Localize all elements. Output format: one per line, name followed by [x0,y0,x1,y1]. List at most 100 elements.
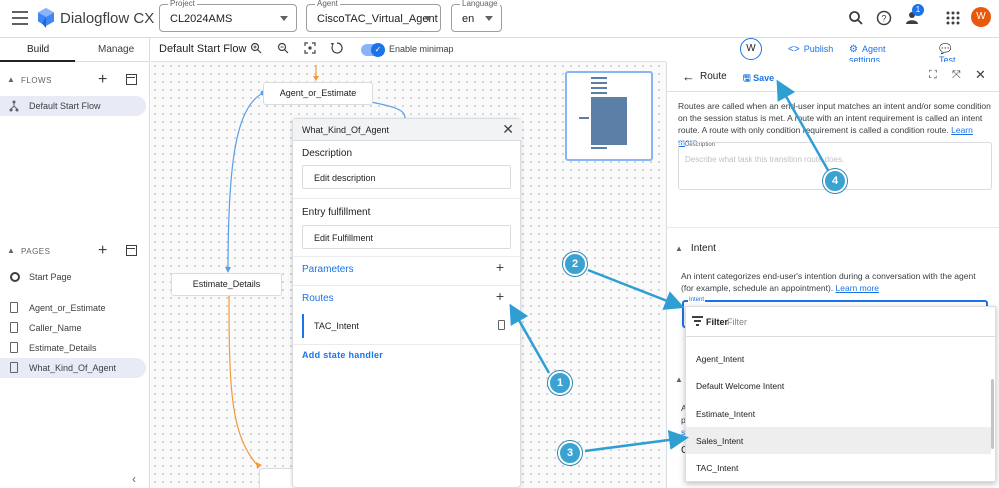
flows-section-title: FLOWS [21,76,52,85]
flow-item-default-start-flow[interactable]: Default Start Flow [0,96,146,116]
project-select[interactable]: Project CL2024AMS [159,0,297,32]
page-item-what-kind-of-agent[interactable]: What_Kind_Of_Agent [0,358,146,378]
intent-learn-more-link[interactable]: Learn more [836,283,879,293]
build-manage-tabs: Build Manage [0,38,150,62]
intent-filter[interactable]: Filter Filter [686,307,997,337]
fit-view-icon[interactable] [304,42,316,54]
page-item-agent-or-estimate[interactable]: Agent_or_Estimate [0,298,146,318]
page-item-start-page[interactable]: Start Page [0,267,146,287]
route-item-tac-intent[interactable]: TAC_Intent [302,314,511,338]
project-select-label: Project [168,0,197,8]
add-page-button[interactable]: + [98,242,107,260]
language-select-label: Language [460,0,500,8]
active-tab-indicator [0,60,75,62]
page-icon [10,342,18,353]
user-chip[interactable]: W [740,38,762,60]
node-agent-or-estimate[interactable]: Agent_or_Estimate [263,82,373,105]
svg-text:?: ? [881,14,886,24]
add-route-button[interactable]: + [496,288,504,304]
flow-canvas[interactable]: Agent_or_Estimate Estimate_Details End F… [151,62,666,488]
start-page-icon [10,272,20,282]
zoom-out-icon[interactable] [277,42,289,54]
edit-fulfillment-field[interactable]: Edit Fulfillment [302,225,511,249]
agent-to-estimate-line [227,92,264,272]
chevron-up-icon[interactable]: ▲ [7,75,15,84]
edit-description-label: Edit description [314,173,376,183]
reset-view-icon[interactable] [331,42,343,54]
pages-section-header: ▲ PAGES + [0,241,150,261]
node-estimate-details[interactable]: Estimate_Details [171,273,282,296]
language-select[interactable]: Language en [451,0,502,32]
tab-build[interactable]: Build [27,44,49,55]
page-detail-popup: What_Kind_Of_Agent ✕ Description Edit de… [292,118,522,488]
route-intro-body: Routes are called when an end-user input… [678,101,991,135]
chevron-up-icon: ▲ [675,244,683,253]
filter-icon [692,316,703,328]
intent-description-body: An intent categorizes end-user's intenti… [681,271,976,293]
intent-option-agent-intent[interactable]: Agent_Intent [686,345,991,372]
intent-option-label: Sales_Intent [696,436,744,446]
agent-select[interactable]: Agent CiscoTAC_Virtual_Agent [306,0,441,32]
chevron-down-icon [280,16,288,21]
page-item-estimate-details[interactable]: Estimate_Details [0,338,146,358]
agent-select-value: CiscoTAC_Virtual_Agent [317,13,438,25]
agent-select-label: Agent [315,0,340,8]
gear-icon: ⚙ [849,44,858,55]
user-avatar[interactable]: W [971,7,991,27]
page-icon [10,302,18,313]
minimap[interactable] [565,71,653,161]
minimap-toggle[interactable]: ✓ [361,43,385,57]
edit-description-field[interactable]: Edit description [302,165,511,189]
close-icon[interactable]: ✕ [975,67,986,83]
intent-heading: Intent [690,243,716,254]
filter-label: Filter [706,317,729,327]
route-panel-header: ← Route 🖫 Save ⛶ ⤧ ✕ [667,62,999,92]
intent-option-sales-intent[interactable]: Sales_Intent [686,427,991,454]
apps-grid-icon[interactable] [944,9,962,27]
filter-input[interactable]: Filter [727,317,747,327]
page-item-label: Start Page [29,272,72,282]
pages-table-icon[interactable] [126,245,137,256]
divider [293,198,522,199]
close-icon[interactable]: ✕ [502,121,514,138]
page-icon [10,362,18,373]
flows-table-icon[interactable] [126,74,137,85]
back-arrow-icon[interactable]: ← [682,69,695,84]
chevron-up-icon[interactable]: ▲ [675,375,683,384]
intent-option-tac-intent[interactable]: TAC_Intent [686,454,991,481]
search-icon[interactable] [847,9,865,27]
publish-button[interactable]: <> Publish [788,44,833,55]
collapse-icon[interactable]: ⤧ [952,69,961,82]
estimate-to-end-line [228,293,260,468]
save-label: Save [753,73,775,83]
flows-section-header: ▲ FLOWS + [0,70,150,90]
route-item-label: TAC_Intent [314,321,359,331]
minimap-toggle-label: Enable minimap [389,44,454,54]
callout-4: 4 [823,169,847,193]
add-parameter-button[interactable]: + [496,259,504,275]
parameters-link[interactable]: Parameters [302,264,354,275]
page-item-caller-name[interactable]: Caller_Name [0,318,146,338]
fullscreen-icon[interactable]: ⛶ [929,69,937,82]
collapse-nav-icon[interactable]: ‹ [132,472,136,486]
callout-2: 2 [563,252,587,276]
save-button[interactable]: 🖫 Save [743,71,774,87]
help-icon[interactable]: ? [875,9,893,27]
popup-title: What_Kind_Of_Agent [302,125,390,135]
intent-section-header[interactable]: ▲ Intent [675,243,716,254]
zoom-in-icon[interactable] [250,42,262,54]
intent-option-default-welcome-intent[interactable]: Default Welcome Intent [686,372,991,399]
page-item-label: Estimate_Details [29,343,97,353]
canvas-toolbar: Default Start Flow ✓ Enable minimap W <>… [151,38,963,75]
add-flow-button[interactable]: + [98,71,107,89]
code-icon: <> [788,44,800,55]
routes-link[interactable]: Routes [302,293,334,304]
add-state-handler-link[interactable]: Add state handler [302,350,383,360]
description-label: Description [685,142,716,148]
popup-header: What_Kind_Of_Agent ✕ [293,119,522,141]
menu-icon[interactable] [12,11,28,25]
dropdown-scrollbar[interactable] [991,379,994,449]
tab-manage[interactable]: Manage [98,44,134,55]
intent-option-estimate-intent[interactable]: Estimate_Intent [686,400,991,427]
chevron-up-icon[interactable]: ▲ [7,246,15,255]
